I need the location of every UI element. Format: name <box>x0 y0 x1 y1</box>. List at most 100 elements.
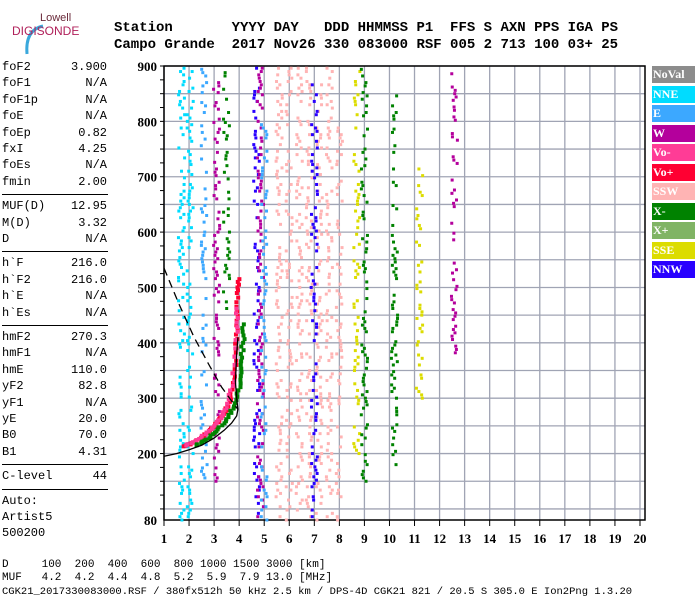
noise-point <box>224 300 228 304</box>
noise-point <box>182 478 186 482</box>
noise-point <box>181 252 185 256</box>
noise-point <box>200 466 204 470</box>
noise-point <box>256 515 260 519</box>
noise-point <box>392 114 396 118</box>
noise-point <box>356 202 360 206</box>
trace-point <box>238 377 243 382</box>
noise-point <box>188 385 192 389</box>
noise-point <box>205 213 209 217</box>
trace-point <box>234 320 239 325</box>
noise-point <box>356 355 360 359</box>
noise-point <box>318 262 322 266</box>
noise-point <box>279 491 283 495</box>
noise-point <box>253 133 257 137</box>
noise-point <box>310 515 314 519</box>
noise-point <box>187 342 191 346</box>
noise-point <box>325 309 329 313</box>
trace-point <box>203 437 208 442</box>
noise-point <box>305 149 309 153</box>
noise-point <box>352 369 356 373</box>
noise-point <box>177 455 181 459</box>
noise-point <box>339 495 343 499</box>
noise-point <box>326 332 330 336</box>
noise-point <box>213 104 217 108</box>
noise-point <box>285 192 289 196</box>
noise-point <box>314 388 318 392</box>
noise-point <box>309 96 313 100</box>
noise-point <box>289 355 293 359</box>
noise-point <box>259 312 263 316</box>
noise-point <box>352 259 356 263</box>
trace-point <box>230 384 235 389</box>
noise-point <box>309 285 313 289</box>
noise-point <box>327 119 331 123</box>
noise-point <box>353 80 357 84</box>
noise-point <box>353 445 357 449</box>
noise-point <box>259 515 263 519</box>
noise-point <box>454 198 458 202</box>
noise-point <box>338 339 342 343</box>
noise-point <box>199 144 203 148</box>
noise-point <box>279 378 283 382</box>
noise-point <box>182 66 186 70</box>
noise-point <box>319 212 323 216</box>
noise-point <box>390 383 394 387</box>
noise-point <box>320 495 324 499</box>
noise-point <box>180 202 184 206</box>
noise-point <box>278 442 282 446</box>
noise-point <box>325 212 329 216</box>
noise-point <box>258 86 262 90</box>
noise-point <box>284 518 288 522</box>
noise-point <box>257 359 261 363</box>
noise-point <box>329 491 333 495</box>
noise-point <box>290 76 294 80</box>
noise-point <box>313 309 317 313</box>
noise-point <box>315 266 319 270</box>
noise-point <box>200 91 204 95</box>
noise-point <box>189 475 193 479</box>
noise-point <box>361 184 365 188</box>
noise-point <box>212 336 216 340</box>
noise-point <box>253 129 257 133</box>
noise-point <box>339 252 343 256</box>
noise-point <box>260 395 264 399</box>
noise-point <box>287 159 291 163</box>
noise-point <box>450 72 454 76</box>
noise-point <box>222 170 226 174</box>
noise-point <box>258 388 262 392</box>
noise-point <box>280 415 284 419</box>
noise-point <box>186 285 190 289</box>
noise-point <box>256 89 260 93</box>
noise-point <box>306 196 310 200</box>
noise-point <box>299 398 303 402</box>
noise-point <box>339 143 343 147</box>
noise-point <box>289 302 293 306</box>
noise-point <box>200 240 204 244</box>
noise-point <box>285 442 289 446</box>
noise-point <box>354 209 358 213</box>
noise-point <box>452 201 456 205</box>
noise-point <box>417 390 421 394</box>
noise-point <box>215 150 219 154</box>
noise-point <box>286 272 290 276</box>
noise-point <box>339 153 343 157</box>
noise-point <box>315 143 319 147</box>
noise-point <box>217 326 221 330</box>
noise-point <box>201 84 205 88</box>
noise-point <box>253 462 257 466</box>
noise-point <box>305 206 309 210</box>
noise-point <box>285 312 289 316</box>
noise-point <box>263 335 267 339</box>
noise-point <box>275 80 279 84</box>
noise-point <box>265 133 269 137</box>
noise-point <box>285 395 289 399</box>
noise-point <box>338 232 342 236</box>
noise-point <box>300 405 304 409</box>
noise-point <box>182 432 186 436</box>
noise-point <box>286 123 290 127</box>
noise-point <box>306 505 310 509</box>
legend-item: NoVal <box>652 66 695 83</box>
noise-point <box>264 422 268 426</box>
noise-point <box>252 109 256 113</box>
noise-point <box>336 226 340 230</box>
